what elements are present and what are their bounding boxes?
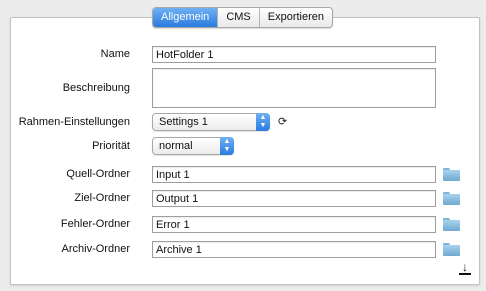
tab-cms[interactable]: CMS bbox=[218, 8, 260, 27]
folder-icon[interactable] bbox=[443, 218, 460, 231]
priority-label: Priorität bbox=[92, 140, 130, 152]
priority-value: normal bbox=[159, 140, 193, 152]
description-label: Beschreibung bbox=[62, 82, 130, 94]
archive-folder-input[interactable]: Archive 1 bbox=[152, 241, 436, 258]
tab-allgemein[interactable]: Allgemein bbox=[153, 8, 219, 27]
frame-settings-value: Settings 1 bbox=[159, 116, 208, 128]
priority-select[interactable]: normal ▲ ▼ bbox=[152, 137, 234, 155]
sync-icon[interactable]: ⟳ bbox=[278, 115, 287, 128]
name-input[interactable]: HotFolder 1 bbox=[152, 46, 436, 63]
folder-icon[interactable] bbox=[443, 192, 460, 205]
folder-icon[interactable] bbox=[443, 243, 460, 256]
error-folder-input[interactable]: Error 1 bbox=[152, 216, 436, 233]
description-textarea[interactable] bbox=[152, 68, 436, 108]
download-icon[interactable]: ↓ bbox=[459, 261, 471, 275]
name-label: Name bbox=[100, 48, 130, 60]
archive-folder-label: Archiv-Ordner bbox=[61, 243, 130, 255]
source-folder-input[interactable]: Input 1 bbox=[152, 166, 436, 183]
frame-settings-label: Rahmen-Einstellungen bbox=[18, 116, 130, 128]
error-folder-label: Fehler-Ordner bbox=[60, 218, 130, 230]
tab-bar: Allgemein CMS Exportieren bbox=[152, 7, 334, 28]
target-folder-input[interactable]: Output 1 bbox=[152, 190, 436, 207]
tab-exportieren[interactable]: Exportieren bbox=[260, 8, 332, 27]
settings-panel: Name HotFolder 1 Beschreibung Rahmen-Ein… bbox=[10, 17, 480, 285]
select-arrows-icon: ▲ ▼ bbox=[256, 113, 270, 131]
source-folder-label: Quell-Ordner bbox=[66, 168, 130, 180]
frame-settings-select[interactable]: Settings 1 ▲ ▼ bbox=[152, 113, 270, 131]
select-arrows-icon: ▲ ▼ bbox=[220, 137, 234, 155]
folder-icon[interactable] bbox=[443, 168, 460, 181]
target-folder-label: Ziel-Ordner bbox=[74, 192, 130, 204]
